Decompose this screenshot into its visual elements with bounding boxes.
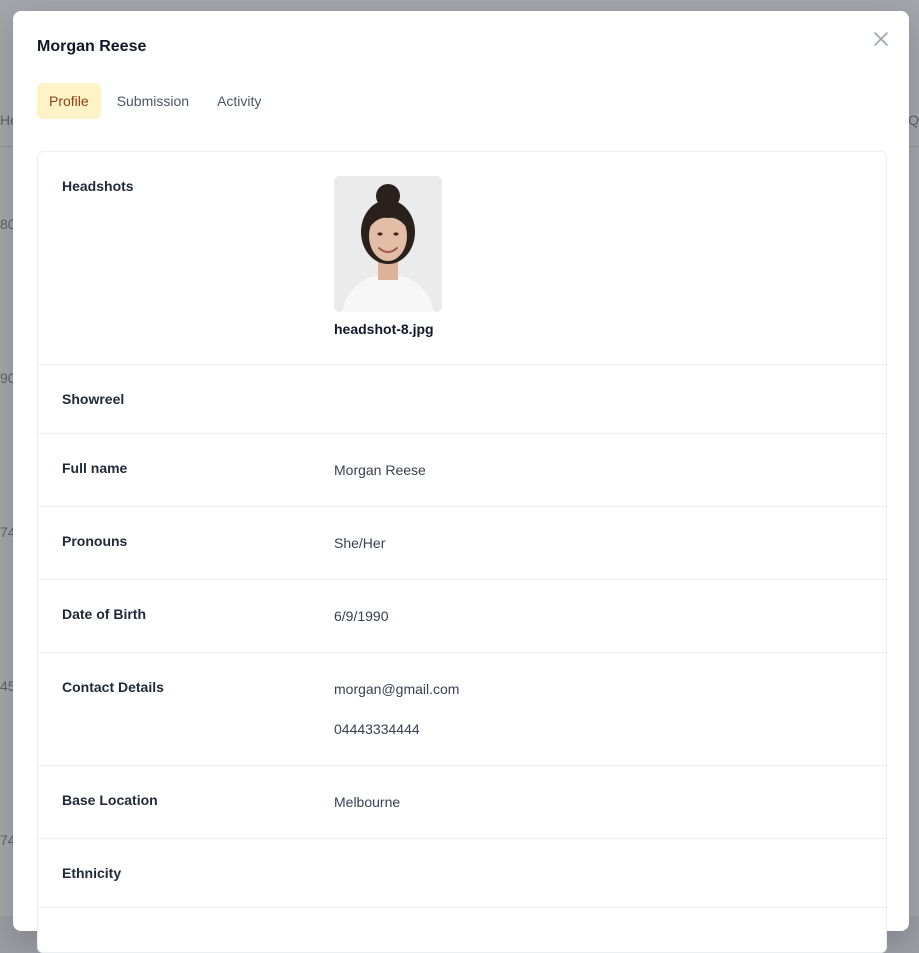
headshot-filename[interactable]: headshot-8.jpg <box>334 321 442 337</box>
tab-submission[interactable]: Submission <box>105 83 201 119</box>
headshots-row: Headshots headshot-8.jpg <box>38 152 886 365</box>
showreel-row: Showreel <box>38 365 886 434</box>
full-name-label: Full name <box>62 460 128 476</box>
pronouns-row: Pronouns She/Her <box>38 507 886 580</box>
close-icon <box>874 32 888 46</box>
full-name-value: Morgan Reese <box>334 462 426 478</box>
pronouns-value: She/Her <box>334 535 386 551</box>
base-location-value: Melbourne <box>334 794 401 810</box>
base-location-row: Base Location Melbourne <box>38 766 886 839</box>
tab-profile[interactable]: Profile <box>37 83 101 119</box>
pronouns-label: Pronouns <box>62 533 128 549</box>
background-header-fragment-right: Q <box>908 112 919 128</box>
headshots-label: Headshots <box>62 178 134 194</box>
close-button[interactable] <box>871 29 891 49</box>
headshot-thumbnail[interactable] <box>334 176 442 312</box>
dob-row: Date of Birth 6/9/1990 <box>38 580 886 653</box>
profile-details-card: Headshots headshot-8.jpg Showreel Full n… <box>37 151 887 953</box>
tab-activity[interactable]: Activity <box>205 83 273 119</box>
full-name-row: Full name Morgan Reese <box>38 434 886 507</box>
showreel-label: Showreel <box>62 391 125 407</box>
dob-value: 6/9/1990 <box>334 608 389 624</box>
contact-details-label: Contact Details <box>62 679 164 695</box>
contact-email[interactable]: morgan@gmail.com <box>334 681 459 697</box>
headshot-item[interactable]: headshot-8.jpg <box>334 176 442 337</box>
dob-label: Date of Birth <box>62 606 146 622</box>
modal-title: Morgan Reese <box>37 38 147 55</box>
tab-bar: Profile Submission Activity <box>37 83 273 119</box>
profile-modal: Morgan Reese Profile Submission Activity… <box>13 11 909 953</box>
ethnicity-label: Ethnicity <box>62 865 122 881</box>
contact-details-row: Contact Details morgan@gmail.com 0444333… <box>38 653 886 766</box>
contact-phone[interactable]: 04443334444 <box>334 721 420 737</box>
base-location-label: Base Location <box>62 792 158 808</box>
ethnicity-row: Ethnicity <box>38 839 886 908</box>
